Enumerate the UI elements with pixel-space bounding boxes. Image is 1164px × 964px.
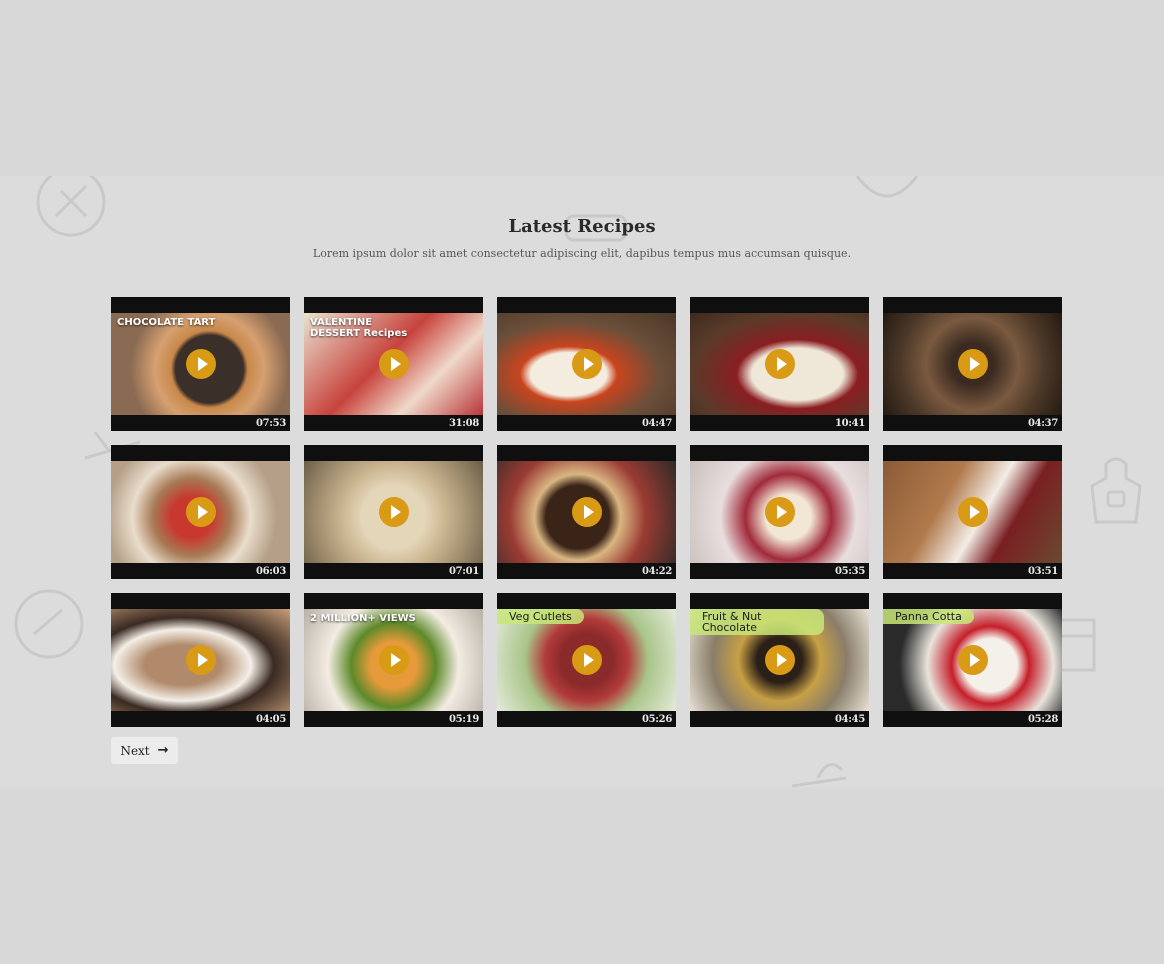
video-card[interactable]: 04:22 [497, 445, 676, 579]
video-card[interactable]: 06:03 [111, 445, 290, 579]
video-card[interactable]: 07:01 [304, 445, 483, 579]
section-subtitle: Lorem ipsum dolor sit amet consectetur a… [312, 247, 852, 260]
thumbnail-caption: Fruit & Nut Chocolate [690, 609, 824, 635]
video-duration: 05:35 [834, 566, 865, 577]
play-icon[interactable] [764, 645, 795, 675]
play-icon[interactable] [185, 349, 216, 379]
play-icon[interactable] [957, 497, 988, 527]
play-icon[interactable] [378, 645, 409, 675]
play-icon[interactable] [571, 349, 602, 379]
video-card[interactable]: VALENTINE DESSERT Recipes 31:08 [304, 297, 483, 431]
video-duration: 07:01 [448, 566, 479, 577]
play-icon[interactable] [185, 645, 216, 675]
video-card[interactable]: 04:37 [883, 297, 1062, 431]
video-duration: 07:53 [255, 418, 286, 429]
play-icon[interactable] [764, 497, 795, 527]
video-duration: 04:47 [641, 418, 672, 429]
video-duration: 04:05 [255, 714, 286, 725]
video-duration: 04:45 [834, 714, 865, 725]
video-duration: 04:37 [1027, 418, 1058, 429]
video-card[interactable]: 2 MILLION+ VIEWS 05:19 [304, 593, 483, 727]
video-duration: 05:19 [448, 714, 479, 725]
video-duration: 05:26 [641, 714, 672, 725]
chef-icon [855, 176, 919, 198]
video-card[interactable]: Fruit & Nut Chocolate 04:45 [690, 593, 869, 727]
play-icon[interactable] [764, 349, 795, 379]
whisk-icon [791, 763, 847, 788]
thumbnail-caption: VALENTINE DESSERT Recipes [310, 317, 408, 339]
thumbnail-caption: Panna Cotta [883, 609, 974, 624]
apron-icon [1090, 457, 1142, 524]
play-icon[interactable] [957, 349, 988, 379]
video-card[interactable]: Veg Cutlets 05:26 [497, 593, 676, 727]
video-duration: 06:03 [255, 566, 286, 577]
arrow-right-icon: → [157, 743, 169, 758]
video-card[interactable]: CHOCOLATE TART 07:53 [111, 297, 290, 431]
vegetables-icon [14, 589, 84, 659]
video-duration: 10:41 [834, 418, 865, 429]
play-icon[interactable] [378, 497, 409, 527]
next-label: Next [120, 743, 150, 758]
video-card[interactable]: Panna Cotta 05:28 [883, 593, 1062, 727]
thumbnail-caption: 2 MILLION+ VIEWS [310, 613, 416, 624]
video-duration: 04:22 [641, 566, 672, 577]
video-card[interactable]: 05:35 [690, 445, 869, 579]
video-duration: 31:08 [448, 418, 479, 429]
video-card[interactable]: 04:47 [497, 297, 676, 431]
video-duration: 05:28 [1027, 714, 1058, 725]
video-card[interactable]: 10:41 [690, 297, 869, 431]
section-title: Latest Recipes [508, 216, 656, 237]
thumbnail-caption: CHOCOLATE TART [117, 317, 216, 328]
play-icon[interactable] [571, 497, 602, 527]
play-icon[interactable] [185, 497, 216, 527]
thumbnail-caption: Veg Cutlets [497, 609, 584, 624]
next-button[interactable]: Next → [111, 737, 178, 764]
video-card[interactable]: 04:05 [111, 593, 290, 727]
video-duration: 03:51 [1027, 566, 1058, 577]
video-grid: CHOCOLATE TART 07:53 VALENTINE DESSERT Rec… [111, 297, 1062, 727]
play-icon[interactable] [378, 349, 409, 379]
play-icon[interactable] [957, 645, 988, 675]
play-icon[interactable] [571, 645, 602, 675]
video-card[interactable]: 03:51 [883, 445, 1062, 579]
